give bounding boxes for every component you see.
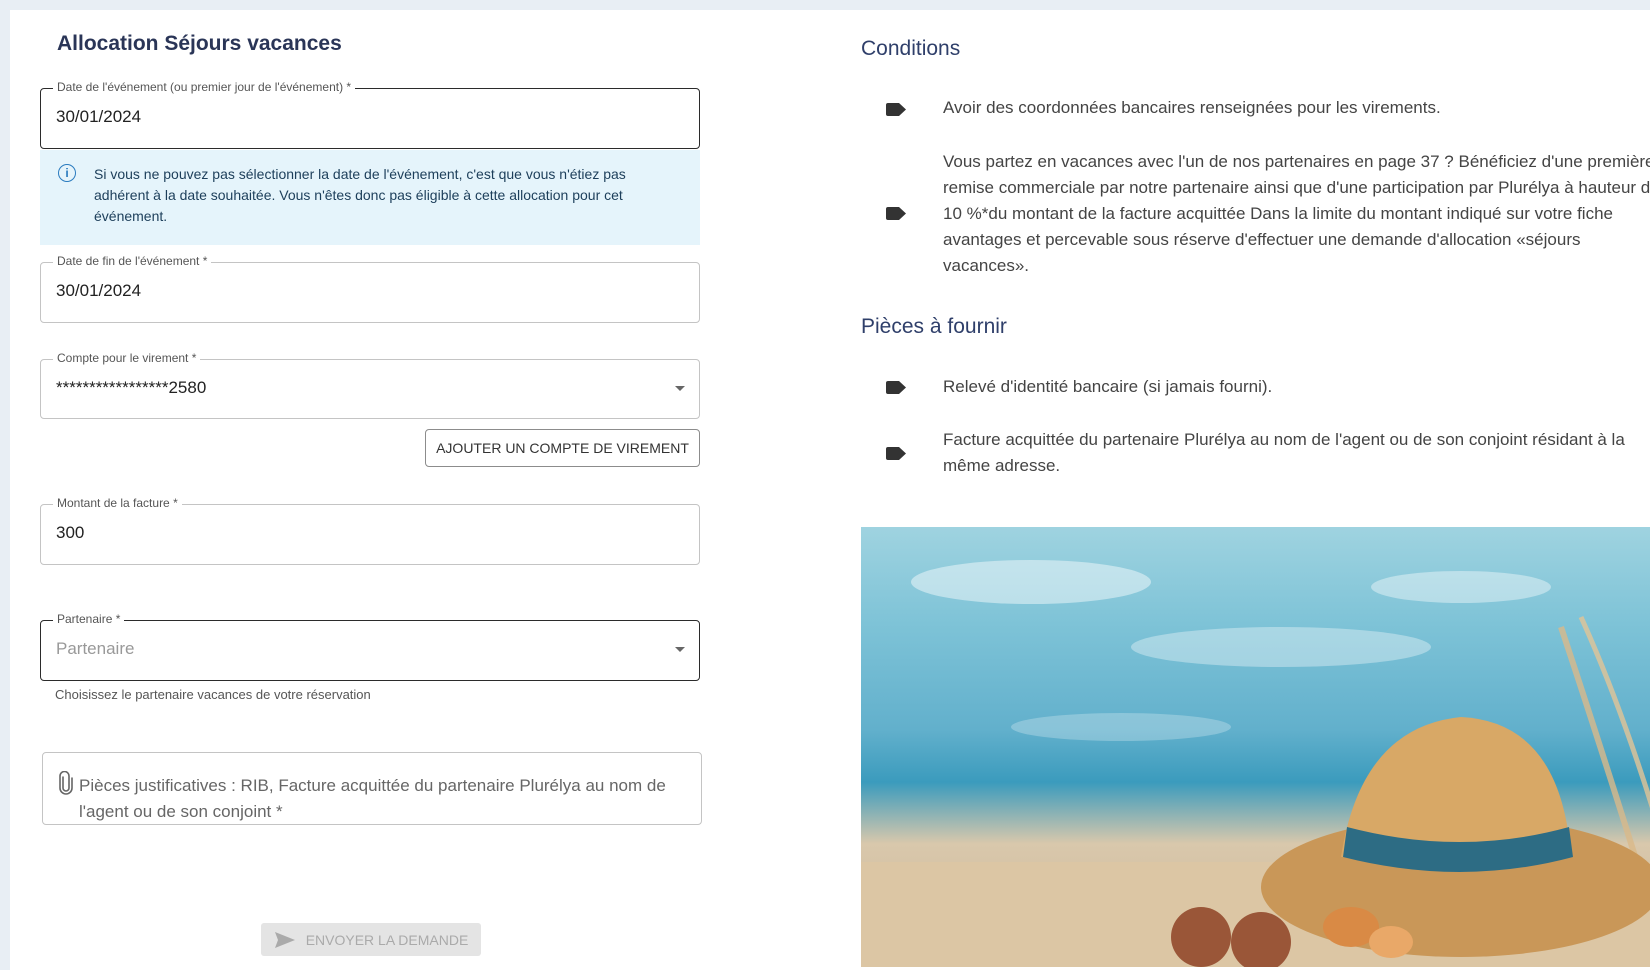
partner-helper-text: Choisissez le partenaire vacances de vot…	[55, 687, 371, 702]
account-label: Compte pour le virement *	[53, 351, 201, 365]
document-text: Relevé d'identité bancaire (si jamais fo…	[943, 377, 1273, 396]
event-date-value: 30/01/2024	[56, 107, 142, 126]
amount-value: 300	[56, 523, 85, 542]
label-tag-icon	[886, 447, 906, 460]
conditions-title: Conditions	[861, 37, 961, 60]
end-date-value: 30/01/2024	[56, 281, 142, 300]
end-date-field[interactable]: Date de fin de l'événement * 30/01/2024	[40, 254, 700, 323]
condition-text: Avoir des coordonnées bancaires renseign…	[943, 98, 1441, 117]
submit-label: ENVOYER LA DEMANDE	[305, 931, 469, 948]
label-tag-icon	[886, 103, 906, 116]
add-account-button[interactable]: AJOUTER UN COMPTE DE VIREMENT	[425, 429, 700, 467]
label-tag-icon	[886, 381, 906, 394]
account-select[interactable]: Compte pour le virement * **************…	[40, 351, 700, 419]
info-message: Si vous ne pouvez pas sélectionner la da…	[94, 166, 626, 224]
partner-label: Partenaire *	[53, 612, 125, 626]
partner-select[interactable]: Partenaire * Partenaire	[40, 612, 700, 681]
attachments-upload[interactable]: Pièces justificatives : RIB, Facture acq…	[42, 752, 702, 825]
event-date-label: Date de l'événement (ou premier jour de …	[53, 80, 356, 94]
partner-placeholder: Partenaire	[56, 639, 135, 658]
submit-button[interactable]: ENVOYER LA DEMANDE	[261, 923, 481, 956]
condition-text: Vous partez en vacances avec l'un de nos…	[943, 152, 1650, 275]
beach-illustration	[861, 560, 1650, 967]
amount-label: Montant de la facture *	[53, 496, 182, 510]
amount-field[interactable]: Montant de la facture * 300	[40, 496, 700, 565]
send-icon	[274, 931, 295, 948]
attachments-label: Pièces justificatives : RIB, Facture acq…	[79, 776, 666, 821]
chevron-down-icon[interactable]	[675, 386, 685, 391]
document-text: Facture acquittée du partenaire Plurélya…	[943, 430, 1625, 475]
paperclip-icon	[59, 771, 73, 795]
account-value: *****************2580	[56, 378, 207, 397]
event-date-field[interactable]: Date de l'événement (ou premier jour de …	[40, 80, 700, 149]
documents-title: Pièces à fournir	[861, 315, 1007, 338]
chevron-down-icon[interactable]	[675, 647, 685, 652]
label-tag-icon	[886, 207, 906, 220]
end-date-label: Date de fin de l'événement *	[53, 254, 212, 268]
info-icon: i	[58, 164, 76, 182]
beach-hat-photo	[861, 527, 1650, 967]
form-title: Allocation Séjours vacances	[57, 32, 342, 55]
eligibility-info-alert: i Si vous ne pouvez pas sélectionner la …	[40, 150, 700, 245]
